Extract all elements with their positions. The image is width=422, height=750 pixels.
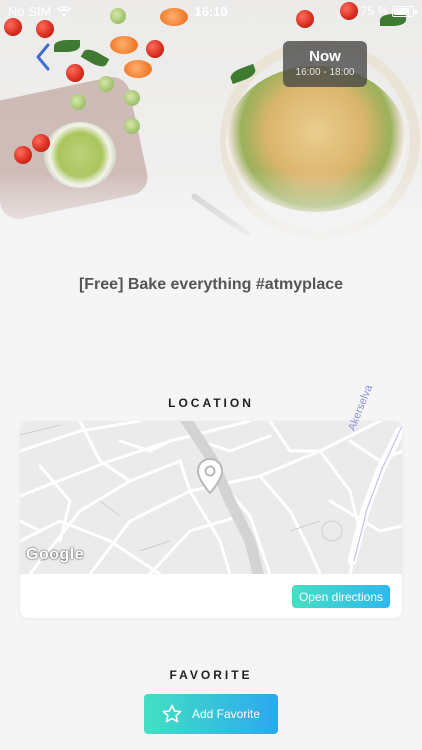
add-favorite-button[interactable]: Add Favorite [144, 694, 278, 734]
sprout-decoration [124, 90, 140, 106]
battery-icon [392, 5, 417, 17]
favorite-heading: FAVORITE [169, 668, 253, 682]
open-directions-button[interactable]: Open directions [292, 585, 390, 608]
tomato-decoration [146, 40, 164, 58]
clock: 16:10 [194, 3, 228, 19]
chevron-left-icon [36, 43, 50, 71]
herb-decoration [80, 46, 110, 70]
event-time-range: 16:00 - 18:00 [295, 67, 355, 78]
map-view[interactable]: Google [20, 421, 402, 574]
tomato-decoration [66, 64, 84, 82]
battery-percentage: 75 % [360, 4, 388, 18]
tomato-decoration [32, 134, 50, 152]
location-card: Google Open directions [20, 421, 402, 618]
tomato-decoration [14, 146, 32, 164]
google-logo: Google [26, 546, 85, 563]
back-button[interactable] [28, 40, 58, 74]
carrot-decoration [124, 60, 152, 78]
now-label: Now [309, 48, 341, 65]
star-icon [162, 704, 182, 723]
hero-fade [0, 170, 422, 250]
sprout-decoration [98, 76, 114, 92]
tomato-decoration [36, 20, 54, 38]
add-favorite-label: Add Favorite [191, 707, 261, 721]
event-title: [Free] Bake everything #atmyplace [78, 276, 344, 293]
carrot-decoration [110, 36, 138, 54]
status-bar: No SIM 16:10 75 % [0, 0, 422, 22]
sprout-decoration [124, 118, 140, 134]
map-pin-icon [196, 457, 224, 495]
hero-image [0, 0, 422, 250]
sprout-decoration [70, 94, 86, 110]
now-badge: Now 16:00 - 18:00 [283, 41, 367, 87]
